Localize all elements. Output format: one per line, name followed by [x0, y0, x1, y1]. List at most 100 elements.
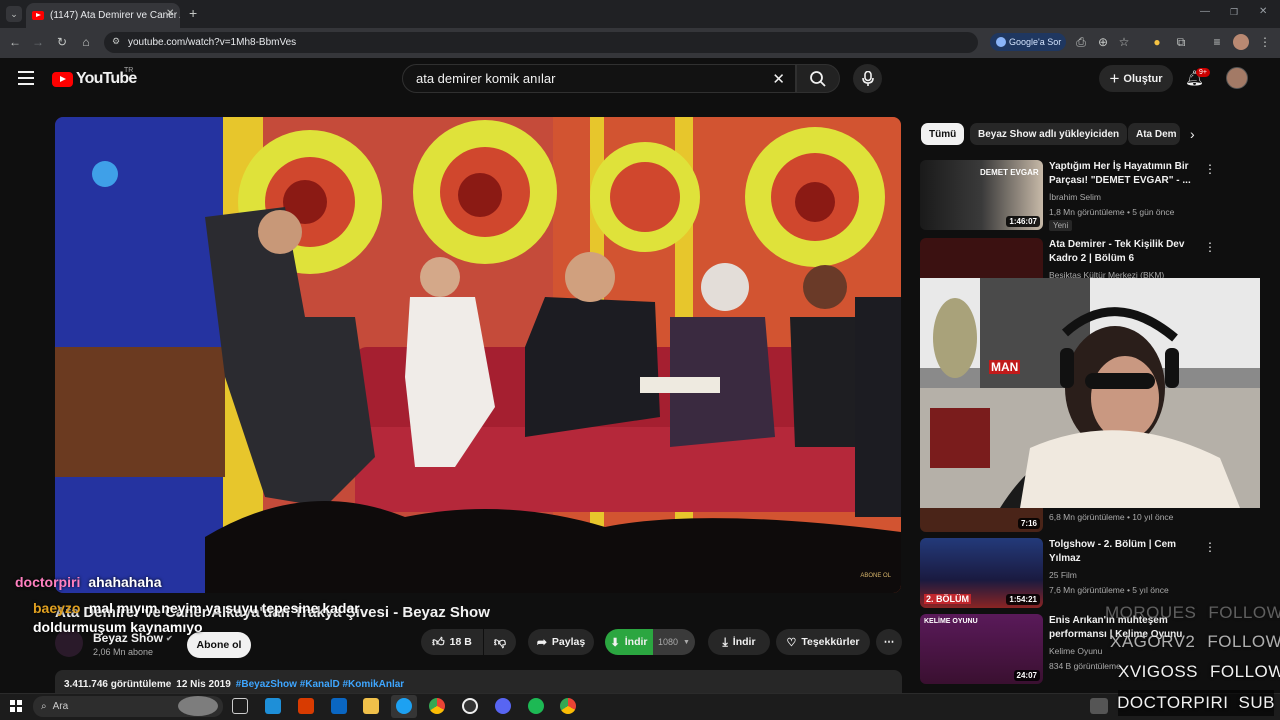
chip-uploader[interactable]: Beyaz Show adlı yükleyiciden: [970, 123, 1128, 145]
extension-coin-icon[interactable]: ●: [1148, 33, 1166, 51]
file-explorer-icon[interactable]: [363, 698, 379, 714]
windows-start-icon[interactable]: [10, 700, 22, 712]
alert-action: FOLLOW: [1207, 632, 1280, 651]
chips-next-icon[interactable]: ›: [1190, 126, 1195, 142]
more-actions-button[interactable]: ⋯: [876, 629, 902, 655]
follow-alert: XAGORV2 FOLLOW: [1110, 632, 1280, 652]
recommendation-title[interactable]: Yaptığım Her İş Hayatımın Bir Parçası! "…: [1049, 160, 1209, 188]
search-icon: [810, 70, 826, 87]
recommendation-thumbnail[interactable]: 2. BÖLÜM 1:54:21: [920, 538, 1043, 608]
recommendation-channel[interactable]: İbrahim Selim: [1049, 192, 1101, 202]
more-options-icon[interactable]: ⋮: [1204, 240, 1216, 254]
search-button[interactable]: [796, 64, 840, 93]
browser-menu-icon[interactable]: ⋮: [1256, 33, 1274, 51]
extension-download-label: İndir: [624, 636, 648, 648]
chip-all[interactable]: Tümü: [921, 123, 965, 145]
account-avatar[interactable]: [1226, 67, 1248, 89]
description-meta: 3.411.746 görüntüleme 12 Nis 2019 #Beyaz…: [64, 679, 404, 690]
more-options-icon[interactable]: ⋮: [1204, 540, 1216, 554]
chat-username: doctorpiri: [15, 574, 81, 590]
edge-icon[interactable]: [396, 698, 412, 714]
hamburger-menu-icon[interactable]: [18, 70, 34, 85]
chip-ata-dem[interactable]: Ata Dem: [1128, 123, 1180, 145]
recommendation-thumbnail[interactable]: DEMET EVGAR 1:46:07: [920, 160, 1043, 230]
recommendation-meta: 1,8 Mn görüntüleme • 5 gün önce: [1049, 207, 1175, 217]
discord-icon[interactable]: [495, 698, 511, 714]
tab-title: (1147) Ata Demirer ve Caner Alk: [50, 10, 180, 21]
recommendation-channel[interactable]: 25 Film: [1049, 570, 1077, 580]
home-icon[interactable]: ⌂: [77, 33, 95, 51]
download-button[interactable]: ⤓ İndir: [708, 629, 770, 655]
alert-name: XVIGOSS: [1118, 662, 1199, 681]
bookmark-star-icon[interactable]: ☆: [1115, 33, 1133, 51]
spotify-icon[interactable]: [528, 698, 544, 714]
recommendation-title[interactable]: Tolgshow - 2. Bölüm | Cem Yılmaz: [1049, 538, 1209, 566]
recommendation-title[interactable]: Ata Demirer - Tek Kişilik Dev Kadro 2 | …: [1049, 238, 1209, 266]
hashtags[interactable]: #BeyazShow #KanalD #KomikAnlar: [236, 679, 404, 690]
minimize-icon[interactable]: —: [1200, 6, 1210, 17]
thumbnail-text: KELİME OYUNU: [924, 618, 978, 625]
thanks-button[interactable]: ♡ Teşekkürler: [776, 629, 870, 655]
task-view-icon[interactable]: [232, 698, 248, 714]
more-options-icon[interactable]: ⋮: [1204, 162, 1216, 176]
recommendation-thumbnail[interactable]: KELİME OYUNU 24:07: [920, 614, 1043, 684]
video-frame-image: [55, 117, 901, 593]
recommendation-item[interactable]: DEMET EVGAR 1:46:07 Yaptığım Her İş Haya…: [920, 160, 1250, 232]
taskbar-search-icon: ⌕: [41, 701, 47, 712]
follow-alert: MOROUES FOLLOW: [1105, 603, 1280, 623]
tab-search-button[interactable]: ⌄: [6, 6, 22, 22]
extension-download-button[interactable]: ⬇ İndir: [605, 629, 653, 655]
reload-icon[interactable]: ↻: [53, 33, 71, 51]
thanks-label: Teşekkürler: [801, 636, 860, 648]
download-arrow-icon: ⬇: [610, 636, 620, 649]
download-icon: ⤓: [722, 634, 728, 649]
like-button[interactable]: 👍︎ 18 B: [421, 629, 483, 655]
site-info-icon[interactable]: ⚙: [112, 36, 120, 47]
plus-icon: +: [1109, 68, 1120, 88]
back-icon[interactable]: ←: [6, 33, 24, 51]
url-text: youtube.com/watch?v=1Mh8-BbmVes: [128, 37, 297, 48]
address-bar[interactable]: ⚙ youtube.com/watch?v=1Mh8-BbmVes: [104, 32, 978, 53]
app-icon[interactable]: [331, 698, 347, 714]
recommendation-channel[interactable]: Kelime Oyunu: [1049, 646, 1102, 656]
quality-select[interactable]: 1080 ▼: [653, 629, 695, 655]
like-count: 18 B: [449, 636, 472, 648]
webcam-image: [920, 278, 1260, 508]
restore-icon[interactable]: ❐: [1230, 7, 1238, 18]
extensions-icon[interactable]: ⧉: [1172, 33, 1190, 51]
alert-action: FOLLOW: [1210, 662, 1280, 681]
video-duration: 24:07: [1013, 670, 1040, 681]
google-sor-button[interactable]: Google'a Sor: [990, 33, 1066, 51]
chrome-profile-icon[interactable]: [560, 698, 576, 714]
thumbnail-text: DEMET EVGAR: [980, 168, 1039, 177]
new-tab-icon[interactable]: +: [189, 5, 197, 21]
recommendation-meta: 7,6 Mn görüntüleme • 5 yıl önce: [1049, 585, 1169, 595]
reading-list-icon[interactable]: ≡: [1208, 33, 1226, 51]
quality-value: 1080: [658, 637, 679, 647]
close-window-icon[interactable]: ✕: [1259, 6, 1267, 17]
create-label: Oluştur: [1123, 72, 1163, 85]
search-input[interactable]: ata demirer komik anılar ✕: [402, 64, 796, 93]
install-icon[interactable]: ⎙: [1072, 33, 1090, 51]
lens-icon: [996, 37, 1006, 47]
browser-tab[interactable]: (1147) Ata Demirer ve Caner Alk: [26, 3, 180, 28]
recommendation-item[interactable]: 2. BÖLÜM 1:54:21 Tolgshow - 2. Bölüm | C…: [920, 538, 1250, 610]
obs-icon[interactable]: [462, 698, 478, 714]
forward-icon[interactable]: →: [29, 33, 47, 51]
microphone-icon: [861, 70, 874, 86]
tray-icon[interactable]: [1090, 698, 1108, 714]
voice-search-button[interactable]: [853, 64, 882, 93]
close-tab-icon[interactable]: ✕: [166, 8, 174, 19]
video-player[interactable]: ABONE OL: [55, 117, 901, 593]
alert-action: SUB: [1238, 693, 1275, 712]
create-button[interactable]: + Oluştur: [1099, 65, 1173, 92]
zoom-icon[interactable]: ⊕: [1094, 33, 1112, 51]
microsoft-store-icon[interactable]: [265, 698, 281, 714]
chat-text: mal mıyım neyim ya suyu tepesine kadar d…: [33, 600, 360, 635]
clear-search-icon[interactable]: ✕: [772, 70, 785, 88]
share-button[interactable]: ➦ Paylaş: [528, 629, 594, 655]
profile-avatar[interactable]: [1233, 34, 1249, 50]
office-icon[interactable]: [298, 698, 314, 714]
dislike-button[interactable]: 👎︎: [484, 629, 516, 655]
chrome-icon[interactable]: [429, 698, 445, 714]
